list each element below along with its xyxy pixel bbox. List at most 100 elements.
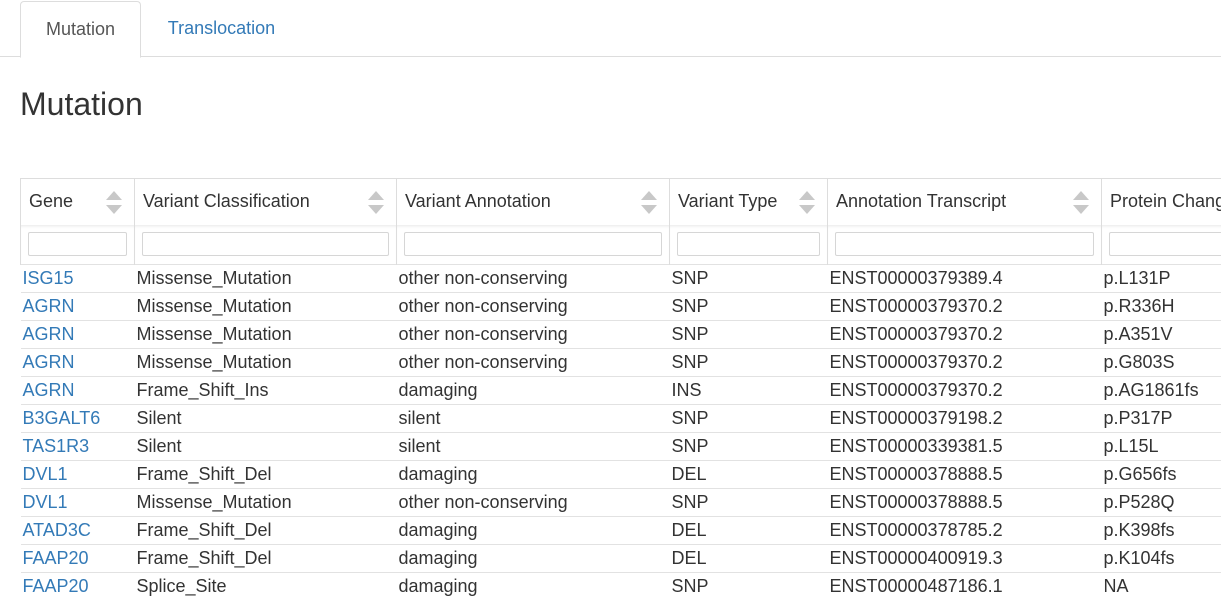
variant-annotation-cell: silent: [396, 404, 670, 433]
variant-annotation-cell: other non-conserving: [396, 264, 670, 293]
variant-type-cell: SNP: [669, 264, 828, 293]
table-row: DVL1 Missense_Mutation other non-conserv…: [20, 488, 1221, 517]
gene-link[interactable]: FAAP20: [20, 544, 135, 573]
table-row: AGRN Missense_Mutation other non-conserv…: [20, 292, 1221, 321]
variant-annotation-cell: damaging: [396, 572, 670, 601]
variant-classification-cell: Splice_Site: [134, 572, 397, 601]
annotation-transcript-cell: ENST00000339381.5: [827, 432, 1102, 461]
gene-link[interactable]: ISG15: [20, 264, 135, 293]
variant-annotation-cell: other non-conserving: [396, 320, 670, 349]
column-header-label: Variant Type: [678, 191, 778, 212]
variant-annotation-cell: silent: [396, 432, 670, 461]
filter-input-variant-annotation[interactable]: [404, 232, 662, 257]
column-header-gene[interactable]: Gene: [20, 178, 135, 225]
filter-input-variant-type[interactable]: [677, 232, 820, 257]
annotation-transcript-cell: ENST00000487186.1: [827, 572, 1102, 601]
gene-link[interactable]: ATAD3C: [20, 516, 135, 545]
column-header-label: Protein Change: [1110, 191, 1221, 212]
protein-change-cell: NA: [1101, 572, 1221, 601]
filter-cell: [669, 224, 828, 265]
variant-annotation-cell: other non-conserving: [396, 348, 670, 377]
protein-change-cell: p.P528Q: [1101, 488, 1221, 517]
column-header-protein-change[interactable]: Protein Change: [1101, 178, 1221, 225]
sort-arrows-icon[interactable]: [1073, 190, 1089, 216]
variant-type-cell: SNP: [669, 292, 828, 321]
filter-row: [20, 224, 1221, 265]
variant-type-cell: SNP: [669, 348, 828, 377]
page-title: Mutation: [20, 86, 143, 122]
variant-type-cell: SNP: [669, 320, 828, 349]
variant-classification-cell: Missense_Mutation: [134, 348, 397, 377]
table-row: TAS1R3 Silent silent SNP ENST00000339381…: [20, 432, 1221, 461]
gene-link[interactable]: AGRN: [20, 292, 135, 321]
variant-type-cell: SNP: [669, 488, 828, 517]
filter-cell: [396, 224, 670, 265]
column-header-label: Variant Annotation: [405, 191, 551, 212]
annotation-transcript-cell: ENST00000400919.3: [827, 544, 1102, 573]
protein-change-cell: p.G803S: [1101, 348, 1221, 377]
filter-cell: [827, 224, 1102, 265]
filter-input-gene[interactable]: [28, 232, 127, 257]
annotation-transcript-cell: ENST00000379370.2: [827, 348, 1102, 377]
column-header-variant-classification[interactable]: Variant Classification: [134, 178, 397, 225]
sort-arrows-icon[interactable]: [106, 190, 122, 216]
gene-link[interactable]: AGRN: [20, 320, 135, 349]
variant-annotation-cell: damaging: [396, 460, 670, 489]
table-header-row: Gene Variant Classification Variant Anno…: [20, 178, 1221, 225]
column-header-variant-annotation[interactable]: Variant Annotation: [396, 178, 670, 225]
variant-type-cell: SNP: [669, 572, 828, 601]
filter-input-variant-classification[interactable]: [142, 232, 389, 257]
filter-cell: [1101, 224, 1221, 265]
sort-arrows-icon[interactable]: [368, 190, 384, 216]
annotation-transcript-cell: ENST00000378785.2: [827, 516, 1102, 545]
variant-type-cell: SNP: [669, 404, 828, 433]
protein-change-cell: p.K104fs: [1101, 544, 1221, 573]
protein-change-cell: p.L15L: [1101, 432, 1221, 461]
annotation-transcript-cell: ENST00000378888.5: [827, 460, 1102, 489]
column-header-label: Variant Classification: [143, 191, 310, 212]
variant-type-cell: DEL: [669, 516, 828, 545]
protein-change-cell: p.G656fs: [1101, 460, 1221, 489]
column-header-variant-type[interactable]: Variant Type: [669, 178, 828, 225]
filter-cell: [134, 224, 397, 265]
annotation-transcript-cell: ENST00000379389.4: [827, 264, 1102, 293]
variant-annotation-cell: other non-conserving: [396, 292, 670, 321]
gene-link[interactable]: AGRN: [20, 376, 135, 405]
variant-classification-cell: Missense_Mutation: [134, 292, 397, 321]
table-row: ISG15 Missense_Mutation other non-conser…: [20, 264, 1221, 293]
sort-arrows-icon[interactable]: [641, 190, 657, 216]
tab-translocation[interactable]: Translocation: [149, 1, 294, 57]
variant-type-cell: DEL: [669, 460, 828, 489]
column-header-label: Gene: [29, 191, 74, 212]
tab-bar: Mutation Translocation: [0, 0, 1221, 58]
table-row: FAAP20 Frame_Shift_Del damaging DEL ENST…: [20, 544, 1221, 573]
protein-change-cell: p.L131P: [1101, 264, 1221, 293]
filter-input-annotation-transcript[interactable]: [835, 232, 1094, 257]
protein-change-cell: p.P317P: [1101, 404, 1221, 433]
gene-link[interactable]: DVL1: [20, 460, 135, 489]
sort-arrows-icon[interactable]: [799, 190, 815, 216]
variant-annotation-cell: damaging: [396, 544, 670, 573]
table-row: AGRN Missense_Mutation other non-conserv…: [20, 348, 1221, 377]
mutation-table: Gene Variant Classification Variant Anno…: [20, 178, 1221, 601]
gene-link[interactable]: TAS1R3: [20, 432, 135, 461]
variant-type-cell: INS: [669, 376, 828, 405]
table-row: B3GALT6 Silent silent SNP ENST0000037919…: [20, 404, 1221, 433]
protein-change-cell: p.AG1861fs: [1101, 376, 1221, 405]
variant-classification-cell: Silent: [134, 432, 397, 461]
tab-mutation[interactable]: Mutation: [20, 1, 141, 58]
gene-link[interactable]: AGRN: [20, 348, 135, 377]
filter-cell: [20, 224, 135, 265]
protein-change-cell: p.A351V: [1101, 320, 1221, 349]
gene-link[interactable]: FAAP20: [20, 572, 135, 601]
variant-type-cell: DEL: [669, 544, 828, 573]
filter-input-protein-change[interactable]: [1109, 232, 1221, 257]
variant-type-cell: SNP: [669, 432, 828, 461]
table-row: DVL1 Frame_Shift_Del damaging DEL ENST00…: [20, 460, 1221, 489]
variant-classification-cell: Missense_Mutation: [134, 488, 397, 517]
variant-classification-cell: Frame_Shift_Ins: [134, 376, 397, 405]
gene-link[interactable]: B3GALT6: [20, 404, 135, 433]
gene-link[interactable]: DVL1: [20, 488, 135, 517]
variant-classification-cell: Frame_Shift_Del: [134, 544, 397, 573]
column-header-annotation-transcript[interactable]: Annotation Transcript: [827, 178, 1102, 225]
